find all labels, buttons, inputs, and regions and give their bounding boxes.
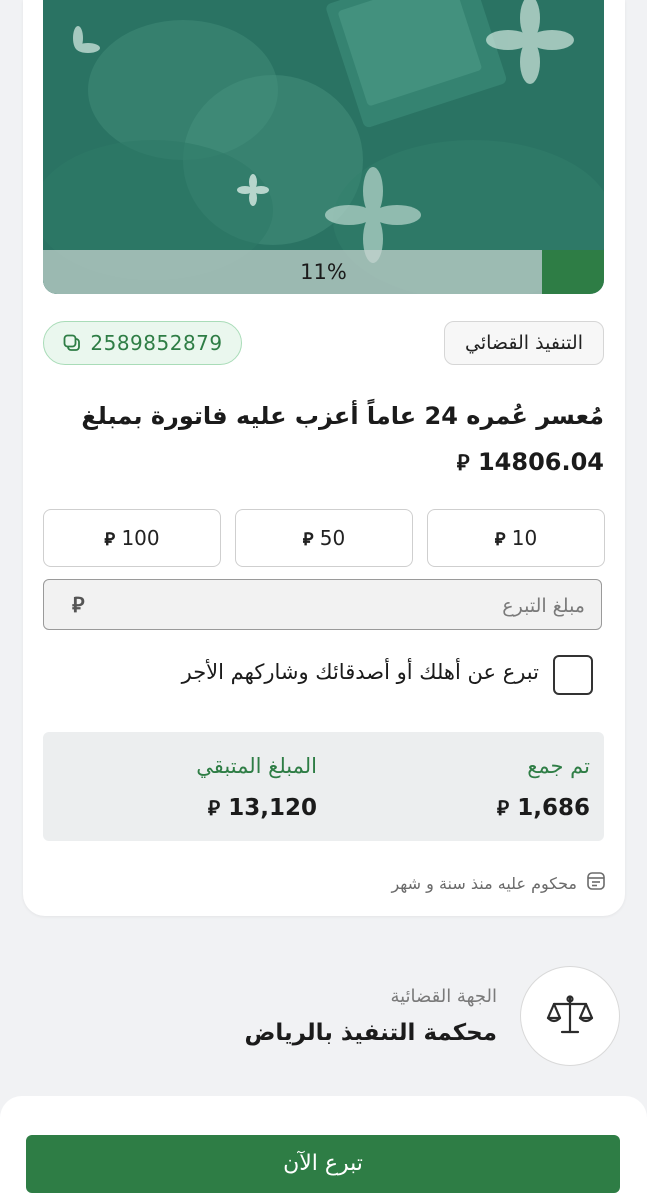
quick-amount-label: 100	[121, 526, 160, 550]
authority-name: محكمة التنفيذ بالرياض	[244, 1020, 497, 1046]
quick-amount-10-button[interactable]: 10 ⃁	[427, 509, 605, 567]
authority-caption: الجهة القضائية	[390, 986, 497, 1007]
quick-amount-100-button[interactable]: 100 ⃁	[43, 509, 221, 567]
case-title: مُعسر عُمره 24 عاماً أعزب عليه فاتورة بم…	[43, 393, 604, 487]
sentence-duration: محكوم عليه منذ سنة و شهر	[391, 870, 607, 896]
case-amount-line: 14806.04 ⃁	[43, 439, 604, 487]
copy-icon[interactable]	[62, 333, 82, 353]
case-amount: 14806.04	[477, 448, 604, 476]
gift-donation-label[interactable]: تبرع عن أهلك أو أصدقائك وشاركهم الأجر	[182, 660, 539, 684]
quick-amount-label: 10	[511, 526, 538, 550]
riyal-icon: ⃁	[456, 451, 470, 476]
sentence-duration-text: محكوم عليه منذ سنة و شهر	[391, 873, 577, 893]
collected-label: تم جمع	[527, 754, 590, 778]
riyal-icon: ⃁	[104, 529, 116, 550]
remaining-label: المبلغ المتبقي	[196, 754, 317, 778]
riyal-icon: ⃁	[72, 593, 85, 617]
remaining-amount: 13,120	[228, 795, 317, 821]
case-hero-image: 11%	[43, 0, 604, 294]
scales-icon	[546, 995, 594, 1034]
donation-stats: تم جمع 1,686 ⃁ المبلغ المتبقي 13,120 ⃁	[43, 732, 604, 841]
quick-amount-50-button[interactable]: 50 ⃁	[235, 509, 413, 567]
progress-label: 11%	[300, 260, 347, 284]
quick-amount-label: 50	[319, 526, 346, 550]
donation-amount-input[interactable]	[104, 580, 587, 631]
collected-amount: 1,686	[517, 795, 590, 821]
donate-now-button[interactable]: تبرع الآن	[26, 1135, 620, 1193]
case-id-copy-chip[interactable]: 2589852879	[43, 321, 242, 365]
riyal-icon: ⃁	[207, 796, 221, 820]
scales-icon-badge	[520, 966, 620, 1066]
remaining-value: 13,120 ⃁	[208, 794, 317, 821]
category-badge: التنفيذ القضائي	[444, 321, 604, 365]
document-icon	[585, 870, 607, 896]
donation-amount-field[interactable]: ⃁	[43, 579, 602, 631]
collected-value: 1,686 ⃁	[497, 794, 590, 821]
riyal-icon: ⃁	[494, 529, 506, 550]
progress-bar: 11%	[43, 250, 604, 294]
riyal-icon: ⃁	[302, 529, 314, 550]
gift-donation-checkbox[interactable]	[553, 655, 593, 695]
case-id: 2589852879	[90, 331, 223, 355]
case-title-text: مُعسر عُمره 24 عاماً أعزب عليه فاتورة بم…	[81, 402, 604, 430]
riyal-icon: ⃁	[496, 796, 510, 820]
